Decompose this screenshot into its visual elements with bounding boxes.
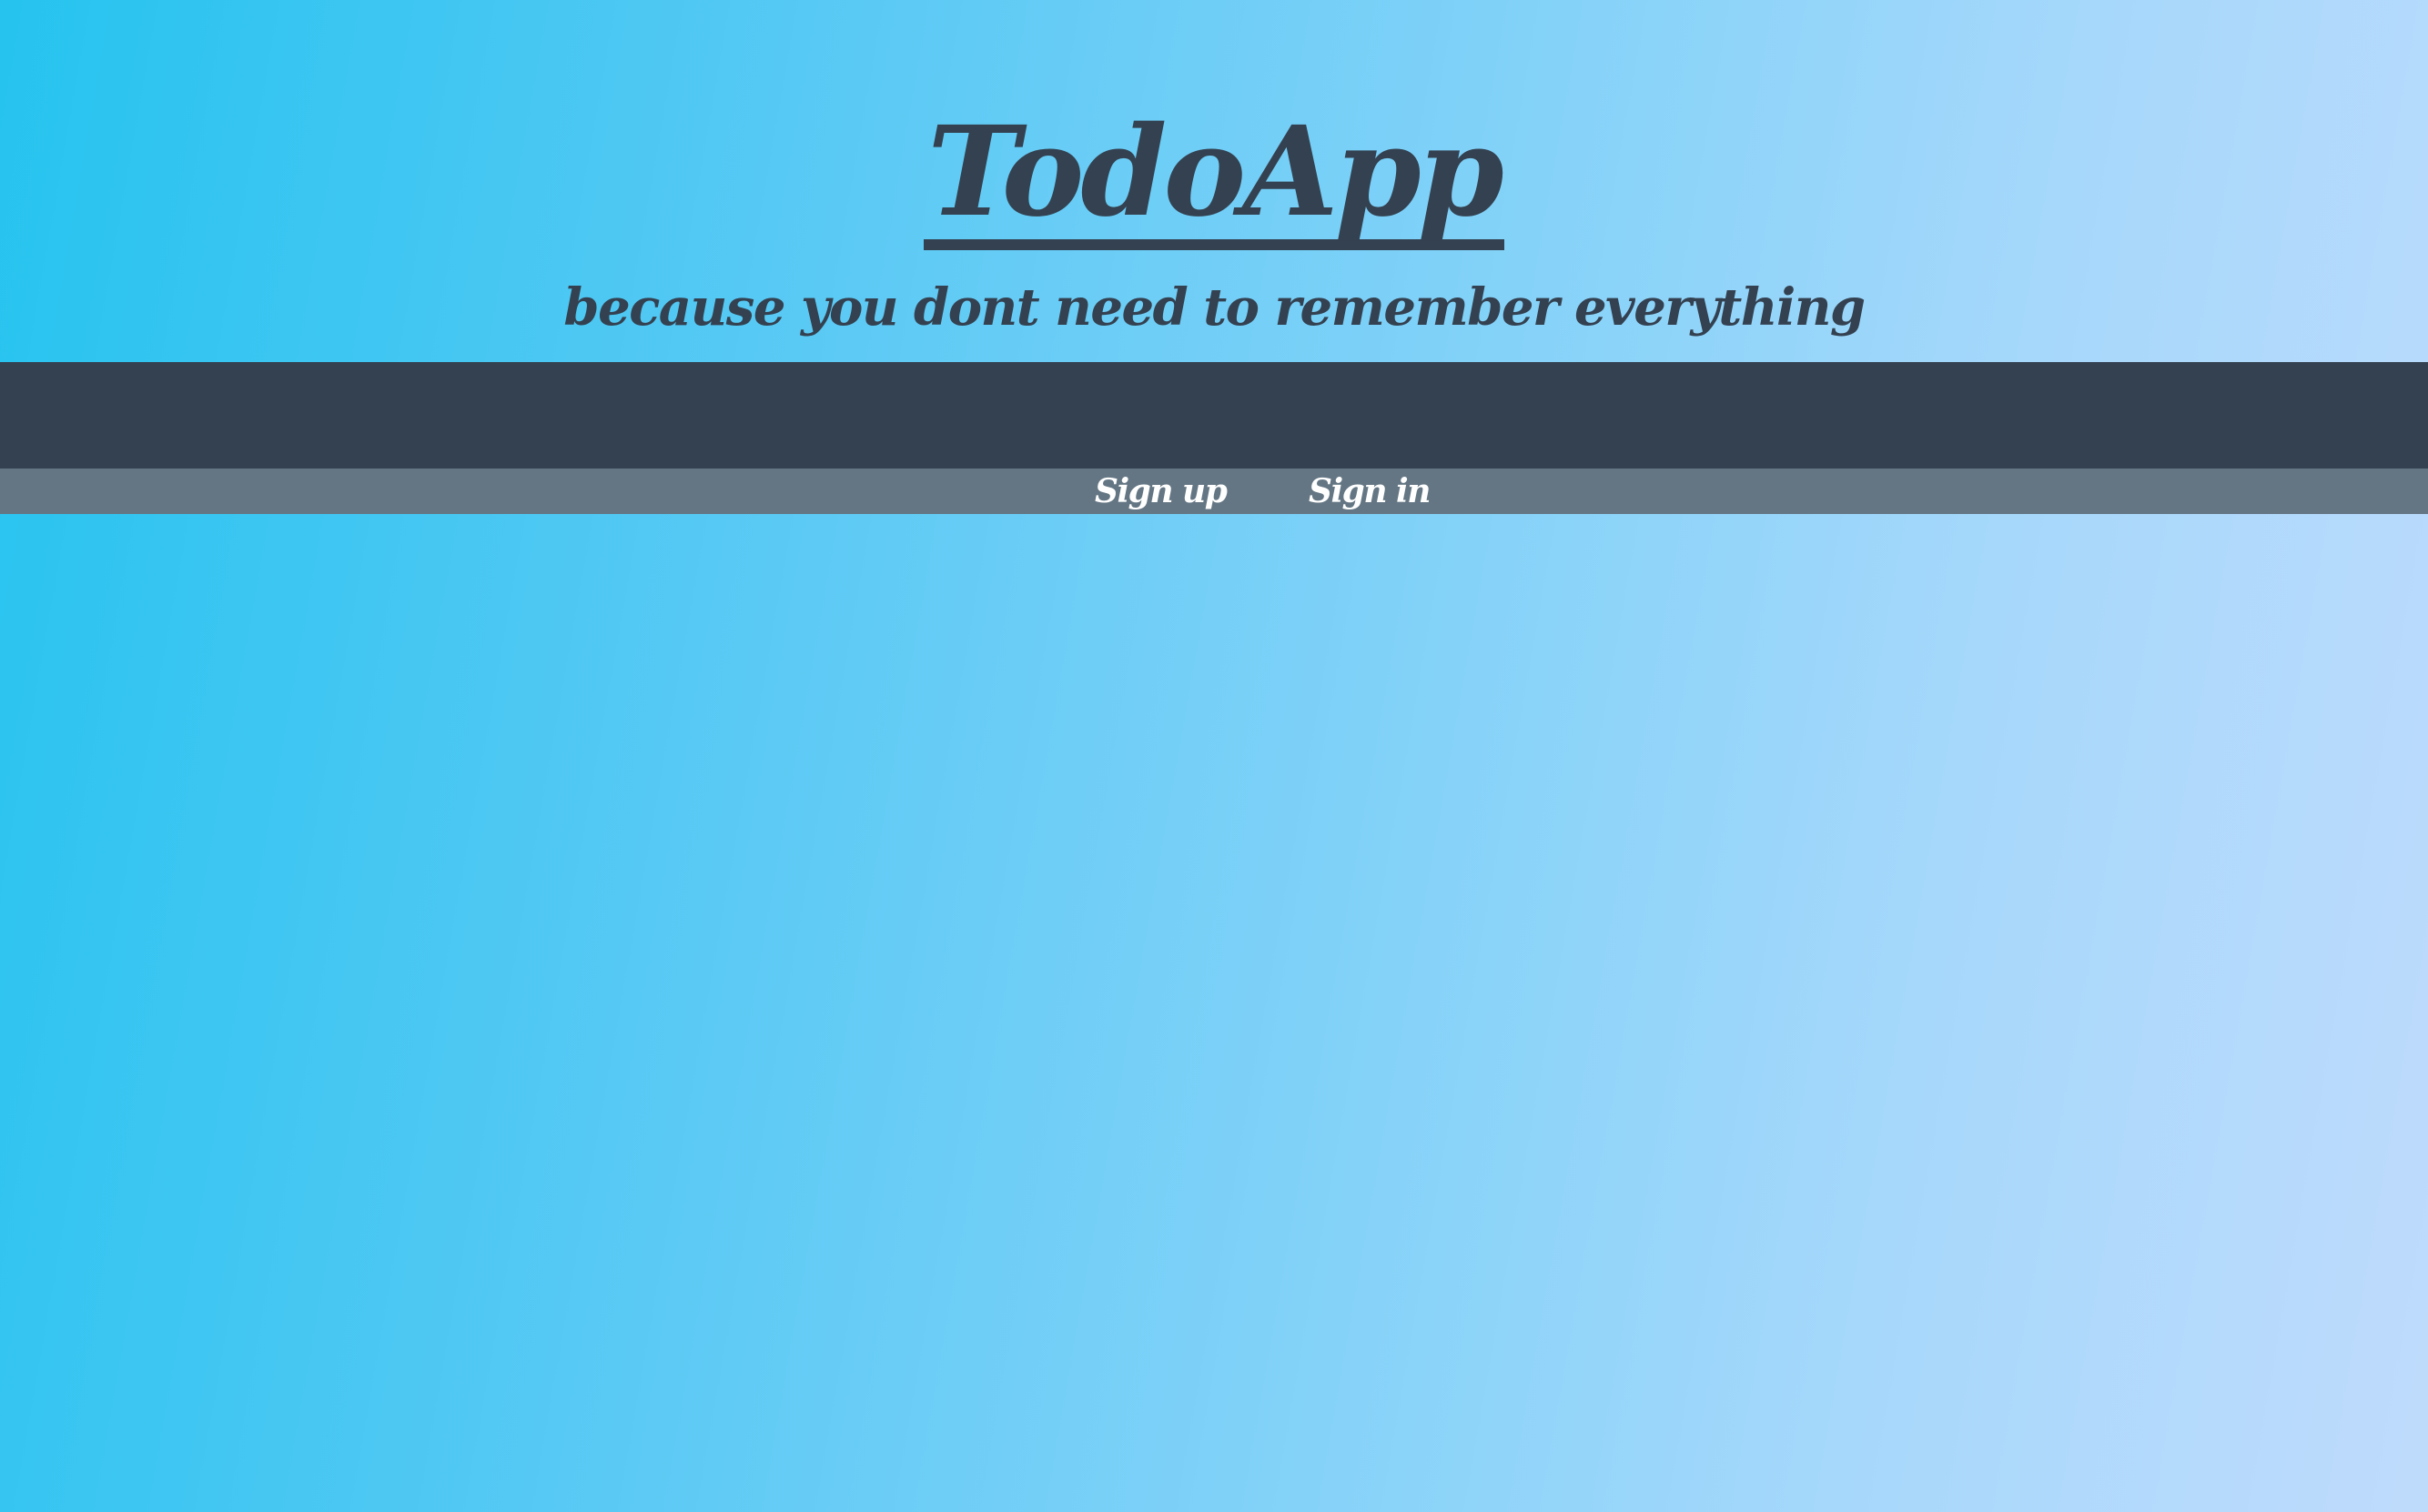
app-tagline: because you dont need to remember everyt… (563, 277, 1866, 338)
header-band (0, 362, 2428, 469)
nav-bar: Sign up Sign in (0, 469, 2428, 514)
main-content (0, 514, 2428, 1512)
app-title-text: TodoApp (924, 107, 1504, 250)
sign-in-link[interactable]: Sign in (1309, 469, 1431, 514)
sign-up-link[interactable]: Sign up (1095, 469, 1228, 514)
page-header: TodoApp because you dont need to remembe… (0, 0, 2428, 362)
app-title: TodoApp (0, 107, 2428, 250)
